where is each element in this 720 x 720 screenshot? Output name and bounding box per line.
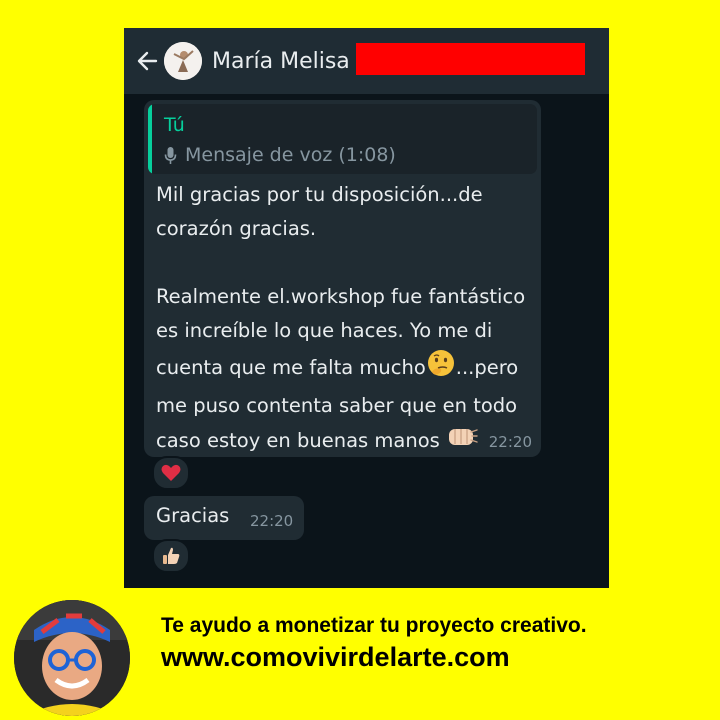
- message-text: Gracias: [156, 504, 230, 527]
- quote-accent-bar: [148, 104, 152, 174]
- promo-website[interactable]: www.comovivirdelarte.com: [161, 642, 510, 673]
- whatsapp-screen: María Melisa Tú Mensaje de voz (1:08) Mi…: [124, 28, 609, 588]
- fist-bump-icon: [446, 423, 478, 460]
- chat-area: Tú Mensaje de voz (1:08) Mil gracias por…: [124, 94, 609, 588]
- message-text-part: Mil gracias por tu disposición...de cora…: [156, 183, 526, 379]
- chat-header: María Melisa: [124, 28, 609, 94]
- quote-text: Mensaje de voz (1:08): [185, 144, 396, 166]
- contact-avatar[interactable]: [164, 42, 202, 80]
- quoted-voice-message[interactable]: Tú Mensaje de voz (1:08): [148, 104, 537, 174]
- arrow-left-icon[interactable]: [130, 44, 164, 78]
- microphone-icon: [164, 146, 177, 165]
- message-time: 22:20: [250, 512, 294, 530]
- redaction-bar: [356, 43, 585, 75]
- contact-name[interactable]: María Melisa: [212, 49, 350, 74]
- red-heart-icon[interactable]: [152, 456, 190, 490]
- thinking-face-icon: [426, 348, 456, 389]
- message-time: 22:20: [488, 433, 532, 451]
- message-bubble[interactable]: Tú Mensaje de voz (1:08) Mil gracias por…: [144, 100, 541, 457]
- message-text: Mil gracias por tu disposición...de cora…: [156, 178, 536, 460]
- promo-tagline: Te ayudo a monetizar tu proyecto creativ…: [161, 614, 587, 637]
- quote-author: Tú: [164, 114, 185, 136]
- profile-photo: [14, 600, 130, 716]
- thumbs-up-icon[interactable]: [152, 539, 190, 573]
- quote-body: Mensaje de voz (1:08): [164, 144, 396, 166]
- message-bubble[interactable]: Gracias 22:20: [144, 496, 304, 540]
